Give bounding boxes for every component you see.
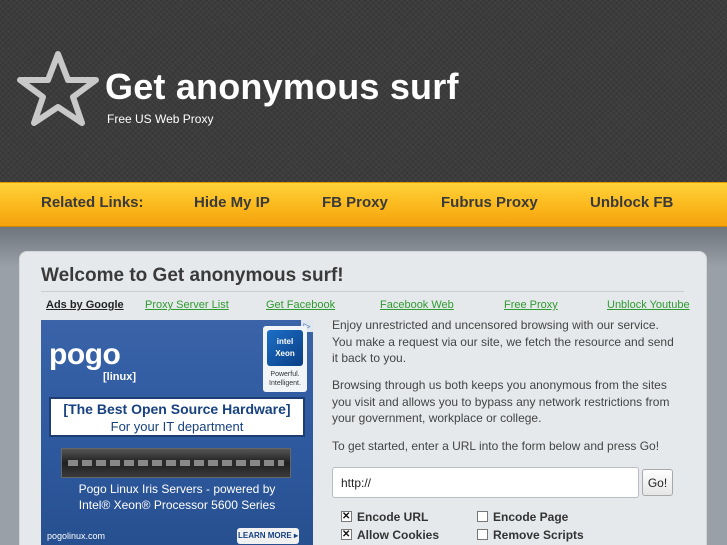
intel-xeon-icon: intel Xeon: [267, 330, 303, 366]
intel-badge: intel Xeon Powerful. Intelligent.: [263, 326, 307, 392]
server-image: [61, 448, 291, 478]
anonymity-paragraph: Browsing through us both keeps you anony…: [332, 378, 670, 425]
instructions-paragraph: To get started, enter a URL into the for…: [332, 439, 660, 453]
ad-link-proxy-server-list[interactable]: Proxy Server List: [145, 299, 229, 311]
star-icon: [17, 51, 99, 126]
ad-url: pogolinux.com: [47, 531, 106, 541]
ad-copy-line-1: Pogo Linux Iris Servers - powered by: [78, 482, 276, 496]
ad-link-unblock-youtube[interactable]: Unblock Youtube: [607, 299, 690, 311]
encode-page-label: Encode Page: [493, 510, 569, 524]
allow-cookies-label: Allow Cookies: [357, 528, 440, 542]
nav-link-unblock-fb[interactable]: Unblock FB: [590, 183, 673, 227]
ad-copy-line-2: Intel® Xeon® Processor 5600 Series: [78, 498, 276, 512]
encode-url-option[interactable]: Encode URL: [341, 510, 428, 524]
allow-cookies-checkbox[interactable]: [341, 528, 352, 541]
site-title[interactable]: Get anonymous surf: [105, 66, 459, 108]
ad-link-facebook-web[interactable]: Facebook Web: [380, 299, 454, 311]
ad-banner[interactable]: ▷ pogo [linux] intel Xeon Powerful. Inte…: [41, 320, 313, 545]
ad-headline: [The Best Open Source Hardware]: [63, 401, 291, 417]
related-links-label: Related Links:: [41, 194, 144, 211]
site-subtitle: Free US Web Proxy: [107, 112, 214, 126]
encode-page-checkbox[interactable]: [477, 511, 488, 522]
learn-more-button[interactable]: LEARN MORE ▸: [237, 528, 299, 544]
ad-headline-box: [The Best Open Source Hardware] For your…: [49, 397, 305, 437]
ad-link-get-facebook[interactable]: Get Facebook: [266, 299, 335, 311]
nav-link-fubrus-proxy[interactable]: Fubrus Proxy: [441, 183, 538, 227]
heading-divider: [41, 291, 684, 292]
allow-cookies-option[interactable]: Allow Cookies: [341, 528, 439, 542]
page-heading: Welcome to Get anonymous surf!: [41, 265, 344, 286]
nav-bar: Related Links: Hide My IP FB Proxy Fubru…: [0, 182, 727, 227]
encode-page-option[interactable]: Encode Page: [477, 510, 568, 524]
site-header: Get anonymous surf Free US Web Proxy: [0, 0, 727, 182]
ad-brand-logo: pogo: [49, 338, 121, 371]
intel-tagline: Powerful. Intelligent.: [269, 371, 301, 387]
remove-scripts-checkbox[interactable]: [477, 529, 488, 540]
remove-scripts-option[interactable]: Remove Scripts: [477, 528, 584, 542]
ad-brand-sub: [linux]: [103, 371, 136, 383]
nav-link-fb-proxy[interactable]: FB Proxy: [322, 183, 388, 227]
ads-by-google-link[interactable]: Ads by Google: [46, 299, 124, 311]
nav-link-hide-my-ip[interactable]: Hide My IP: [194, 183, 270, 227]
remove-scripts-label: Remove Scripts: [493, 528, 584, 542]
encode-url-checkbox[interactable]: [341, 510, 352, 523]
encode-url-label: Encode URL: [357, 510, 429, 524]
ad-link-free-proxy[interactable]: Free Proxy: [504, 299, 558, 311]
ad-subheadline: For your IT department: [110, 419, 244, 434]
url-input[interactable]: [332, 467, 639, 498]
intro-paragraph: Enjoy unrestricted and uncensored browsi…: [332, 318, 674, 365]
go-button[interactable]: Go!: [642, 469, 673, 496]
